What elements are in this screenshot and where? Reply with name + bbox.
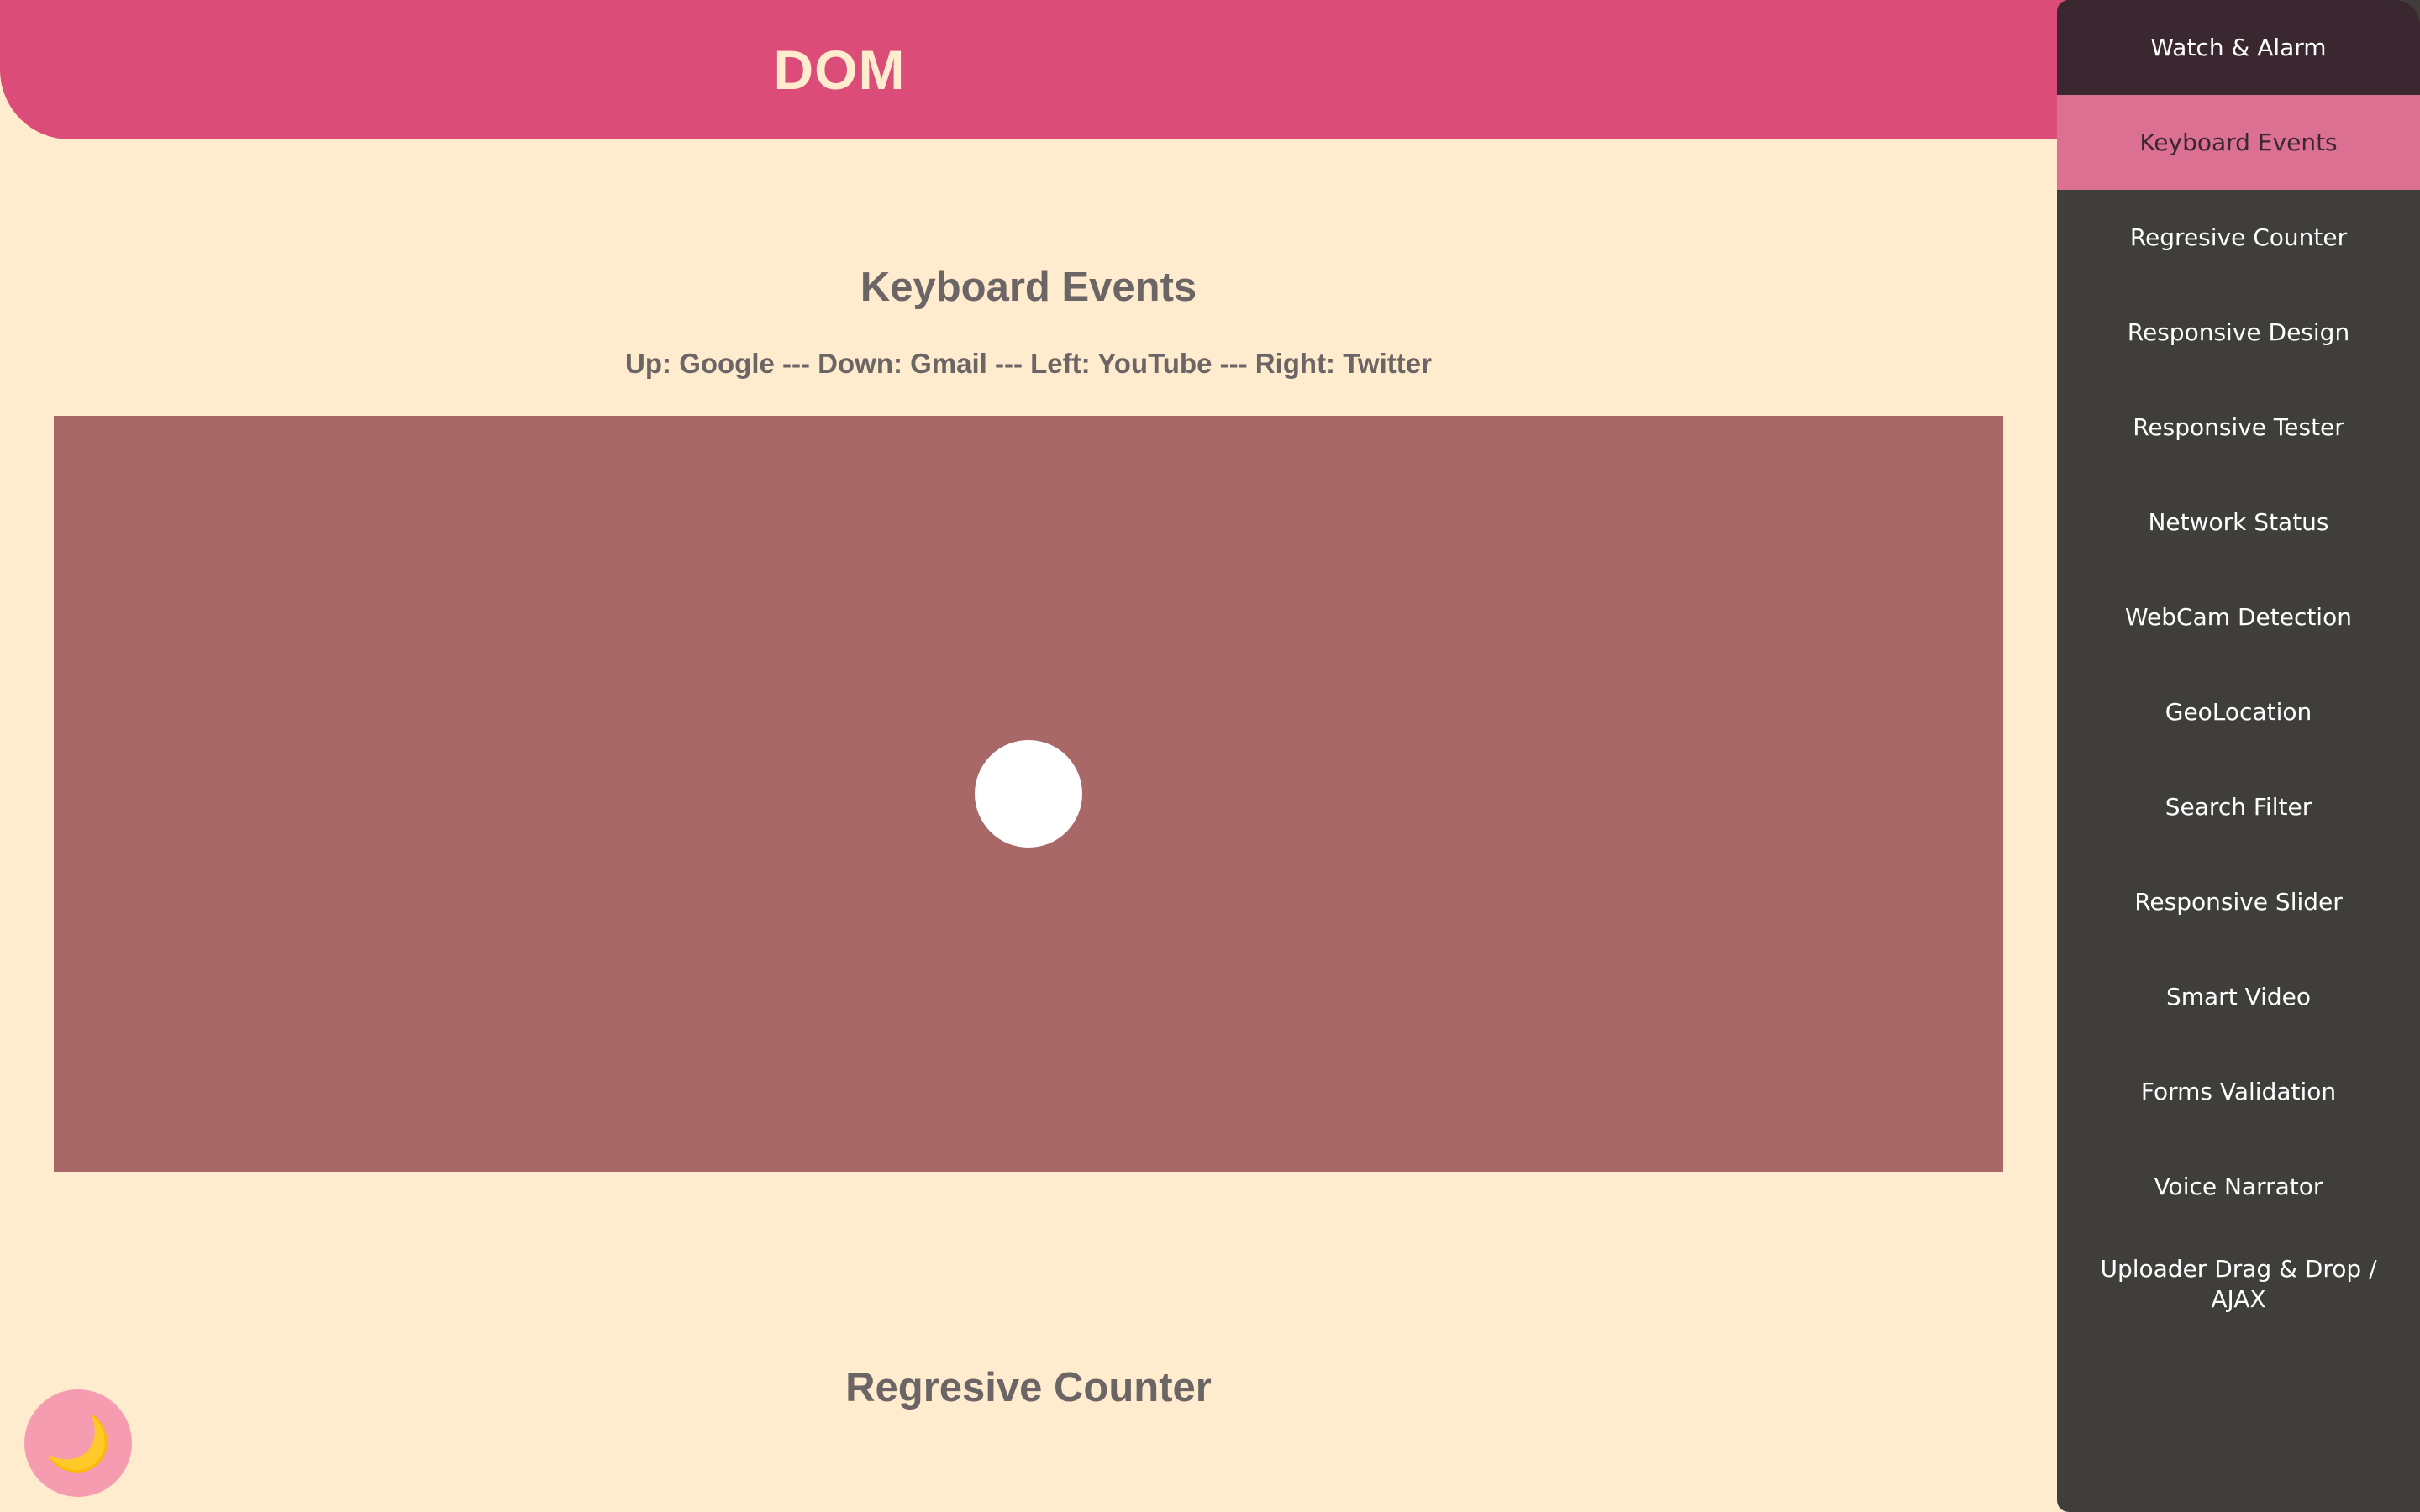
menu-item-uploader-drag-drop[interactable]: Uploader Drag & Drop / AJAX bbox=[2057, 1234, 2420, 1333]
page-title: DOM bbox=[773, 39, 906, 101]
side-menu: Watch & Alarm Keyboard Events Regresive … bbox=[2057, 0, 2420, 1512]
dark-mode-toggle-button[interactable]: 🌙 bbox=[24, 1389, 132, 1497]
menu-item-responsive-slider[interactable]: Responsive Slider bbox=[2057, 854, 2420, 949]
menu-item-regresive-counter[interactable]: Regresive Counter bbox=[2057, 190, 2420, 285]
keyboard-instructions: Up: Google --- Down: Gmail --- Left: You… bbox=[625, 348, 1432, 379]
menu-item-watch-alarm[interactable]: Watch & Alarm bbox=[2057, 0, 2420, 95]
menu-item-search-filter[interactable]: Search Filter bbox=[2057, 759, 2420, 854]
menu-item-smart-video[interactable]: Smart Video bbox=[2057, 949, 2420, 1044]
moon-icon: 🌙 bbox=[45, 1412, 112, 1475]
menu-item-keyboard-events[interactable]: Keyboard Events bbox=[2057, 95, 2420, 190]
keyboard-events-title: Keyboard Events bbox=[860, 265, 1197, 310]
keyboard-stage[interactable] bbox=[54, 416, 2003, 1172]
menu-item-responsive-design[interactable]: Responsive Design bbox=[2057, 285, 2420, 380]
menu-item-voice-narrator[interactable]: Voice Narrator bbox=[2057, 1139, 2420, 1234]
menu-item-forms-validation[interactable]: Forms Validation bbox=[2057, 1044, 2420, 1139]
ball bbox=[975, 740, 1082, 848]
menu-item-network-status[interactable]: Network Status bbox=[2057, 475, 2420, 570]
menu-item-geolocation[interactable]: GeoLocation bbox=[2057, 664, 2420, 759]
menu-item-webcam-detection[interactable]: WebCam Detection bbox=[2057, 570, 2420, 664]
menu-item-responsive-tester[interactable]: Responsive Tester bbox=[2057, 380, 2420, 475]
regresive-counter-title: Regresive Counter bbox=[845, 1365, 1212, 1410]
